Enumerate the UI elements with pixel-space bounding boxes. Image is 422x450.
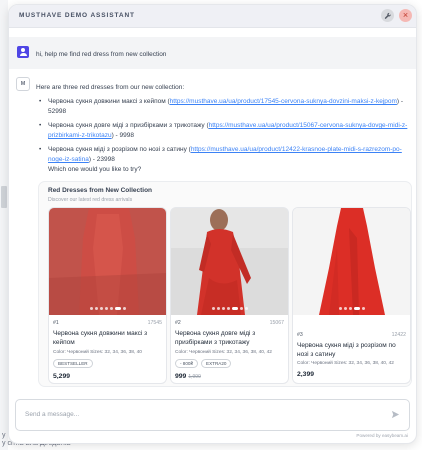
- list-item: Червона сукня довге міді з призбірками з…: [39, 121, 411, 141]
- product-price-current: 999: [175, 373, 187, 380]
- product-name: Червона сукня довжини максі з кейпом: [53, 330, 148, 346]
- host-page-text-top: у: [2, 432, 6, 439]
- product-card[interactable]: #3 12422 Червона сукня міді з розрізом п…: [292, 207, 411, 384]
- product-meta: Color: Червоний Sizes: 32, 34, 36, 38, 4…: [297, 361, 394, 366]
- product-image[interactable]: [49, 208, 166, 315]
- settings-button[interactable]: [381, 9, 394, 22]
- product-tag: BESTSELLER: [53, 359, 93, 368]
- product-index: #2: [175, 320, 181, 326]
- assistant-product-list: Червона сукня довжини максі з кейпом (ht…: [39, 97, 411, 169]
- product-tag: EXTRA20: [201, 359, 232, 368]
- carousel-subtitle: Discover our latest red dress arrivals: [48, 197, 133, 203]
- user-icon: [17, 46, 29, 58]
- image-pager[interactable]: [171, 307, 288, 310]
- product-card[interactable]: #1 17545 Червона сукня довжини максі з к…: [48, 207, 167, 384]
- assistant-avatar: M: [16, 77, 30, 91]
- list-item-name: Червона сукня довге міді з призбірками з…: [48, 122, 205, 129]
- product-price: 2,399: [297, 371, 315, 378]
- chat-title: MUSTHAVE DEMO ASSISTANT: [19, 12, 135, 19]
- powered-by[interactable]: Powered by easybeam.ai: [356, 433, 408, 438]
- product-index: #1: [53, 320, 59, 326]
- image-pager[interactable]: [49, 307, 166, 310]
- product-image[interactable]: [171, 208, 288, 315]
- host-page-sidebar: [0, 0, 8, 450]
- product-meta: Color: Червоний Sizes: 32, 34, 36, 38, 4…: [175, 350, 272, 355]
- list-item-name: Червона сукня міді з розрізом по нозі з …: [48, 146, 187, 153]
- send-icon[interactable]: [391, 410, 400, 419]
- close-button[interactable]: ×: [399, 9, 412, 22]
- product-carousel: Red Dresses from New Collection Discover…: [38, 181, 412, 387]
- image-pager[interactable]: [293, 307, 410, 310]
- chat-widget: MUSTHAVE DEMO ASSISTANT × hi, help me fi…: [8, 4, 417, 444]
- product-name: Червона сукня довге міді з призбірками з…: [175, 330, 256, 346]
- product-name: Червона сукня міді з розрізом по нозі з …: [297, 342, 396, 358]
- product-price: 5,299: [53, 373, 71, 380]
- product-tags: BESTSELLER: [53, 359, 93, 368]
- list-item-price: 23998: [96, 156, 115, 163]
- product-image[interactable]: [293, 208, 410, 315]
- close-icon: ×: [402, 10, 409, 20]
- product-id: 15067: [269, 320, 284, 326]
- list-item-price: 9998: [119, 132, 134, 139]
- message-composer: [15, 399, 410, 431]
- list-item: Червона сукня міді з розрізом по нозі з …: [39, 145, 411, 165]
- product-tag: - 800₴: [175, 359, 199, 368]
- host-page-scroll-marker: [1, 186, 7, 208]
- wrench-icon: [384, 12, 391, 19]
- product-id: 17545: [147, 320, 162, 326]
- assistant-question: Which one would you like to try?: [48, 166, 142, 173]
- list-item-price: 52998: [48, 108, 67, 115]
- carousel-title: Red Dresses from New Collection: [48, 187, 153, 194]
- list-item: Червона сукня довжини максі з кейпом (ht…: [39, 97, 411, 117]
- user-message-text: hi, help me find red dress from new coll…: [36, 51, 167, 58]
- user-message: hi, help me find red dress from new coll…: [9, 37, 416, 69]
- message-input[interactable]: [16, 400, 394, 428]
- product-tags: - 800₴ EXTRA20: [175, 359, 232, 368]
- product-card[interactable]: #2 15067 Червона сукня довге міді з приз…: [170, 207, 289, 384]
- product-index: #3: [297, 332, 303, 338]
- product-price: 999 1,999: [175, 373, 201, 380]
- product-id: 12422: [391, 332, 406, 338]
- list-item-name: Червона сукня довжини максі з кейпом: [48, 98, 166, 105]
- chat-header: MUSTHAVE DEMO ASSISTANT ×: [9, 5, 416, 28]
- product-link[interactable]: https://musthave.ua/ua/product/17545-cer…: [170, 98, 397, 105]
- product-price-old: 1,999: [188, 374, 201, 380]
- product-meta: Color: Червоний Sizes: 32, 34, 36, 38, 4…: [53, 350, 142, 355]
- assistant-intro: Here are three red dresses from our new …: [36, 84, 185, 91]
